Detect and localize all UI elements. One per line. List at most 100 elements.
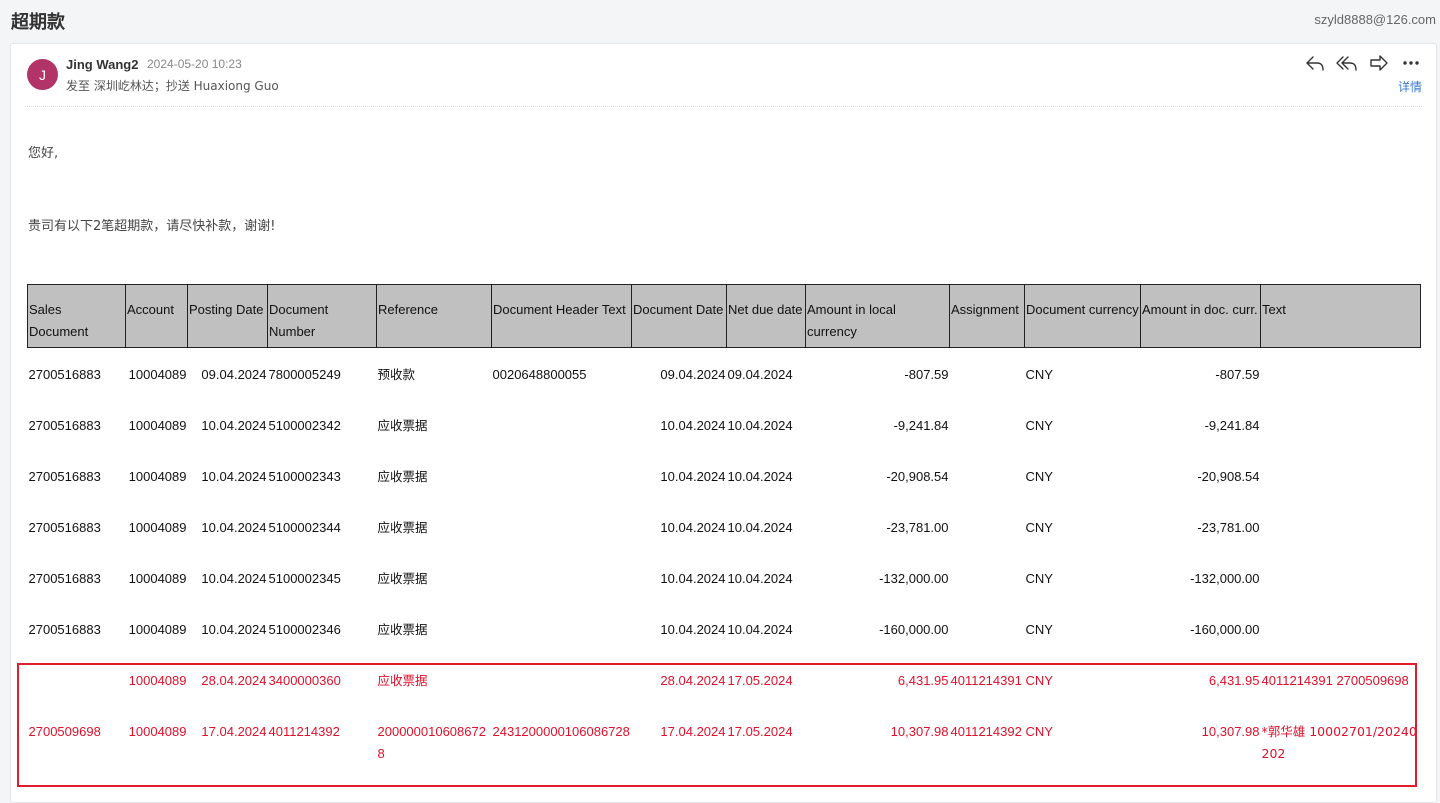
header-divider	[25, 106, 1422, 107]
table-cell: 10.04.2024	[201, 519, 267, 535]
table-cell	[950, 399, 1025, 450]
table-cell: 10.04.2024	[727, 519, 793, 535]
column-header: Document Number	[267, 284, 377, 348]
table-cell: 2700516883	[28, 468, 101, 484]
table-row: 2700516883 10004089 10.04.2024 5100002344 应收…	[28, 501, 1421, 552]
table-cell: 10,307.98	[1201, 723, 1260, 739]
table-cell: CNY	[1025, 468, 1053, 484]
table-cell: -132,000.00	[1190, 570, 1260, 586]
table-cell: 28.04.2024	[201, 672, 267, 688]
table-cell: CNY	[1025, 723, 1053, 739]
table-cell: 6,431.95	[897, 672, 949, 688]
overdue-table: Sales Document Account Posting Date Documen…	[27, 284, 1421, 765]
email-header: J Jing Wang2 2024-05-20 10:23 发至 深圳屹林达；抄…	[11, 44, 1436, 107]
table-cell: 10.04.2024	[727, 570, 793, 586]
table-cell: 2700516883	[28, 621, 101, 637]
account-address[interactable]: szyld8888@126.com	[1314, 12, 1436, 27]
table-cell: 2700509698	[28, 723, 101, 739]
forward-icon[interactable]	[1368, 53, 1390, 73]
avatar[interactable]: J	[27, 59, 58, 90]
column-header: Sales Document	[27, 284, 126, 348]
table-cell	[1261, 450, 1421, 501]
column-header: Text	[1260, 284, 1421, 348]
table-cell: 17.05.2024	[727, 672, 793, 688]
column-header: Amount in doc. curr.	[1140, 284, 1261, 348]
reply-all-icon[interactable]	[1336, 53, 1358, 73]
details-link[interactable]: 详情	[1398, 78, 1422, 95]
table-cell: 09.04.2024	[727, 367, 793, 382]
table-cell: CNY	[1025, 417, 1053, 433]
top-bar: 超期款 szyld8888@126.com	[0, 0, 1440, 40]
email-card: J Jing Wang2 2024-05-20 10:23 发至 深圳屹林达；抄…	[10, 43, 1437, 803]
table-cell: 2700516883	[28, 570, 101, 586]
table-cell: 10.04.2024	[660, 570, 726, 586]
table-cell: 应收票据	[377, 417, 428, 433]
table-cell: -23,781.00	[1197, 519, 1260, 535]
column-header: Net due date	[726, 284, 806, 348]
table-body: 2700516883 10004089 09.04.2024 7800005249 预收…	[28, 348, 1421, 765]
table-cell: 应收票据	[377, 672, 428, 688]
table-cell: 10.04.2024	[727, 621, 793, 637]
table-cell: 5100002343	[268, 468, 341, 484]
table-cell: -9,241.84	[1204, 417, 1260, 433]
table-cell: *郭华雄 10002701/20240202	[1261, 723, 1417, 761]
table-cell: -9,241.84	[893, 417, 949, 433]
table-cell: 10.04.2024	[660, 417, 726, 433]
table-cell: 10.04.2024	[660, 519, 726, 535]
email-actions	[1304, 53, 1422, 73]
table-cell: 10.04.2024	[727, 417, 793, 433]
table-cell	[950, 603, 1025, 654]
column-header: Document Header Text	[491, 284, 632, 348]
table-cell: CNY	[1025, 621, 1053, 637]
table-cell: 5100002345	[268, 570, 341, 586]
table-cell: 5100002344	[268, 519, 341, 535]
table-cell	[950, 450, 1025, 501]
recipients-line: 发至 深圳屹林达；抄送 Huaxiong Guo	[66, 79, 279, 93]
table-cell: -20,908.54	[886, 468, 949, 484]
table-cell: CNY	[1025, 570, 1053, 586]
table-cell	[950, 348, 1025, 399]
table-cell	[492, 603, 632, 654]
email-subject: 超期款	[11, 12, 65, 33]
table-row: 2700516883 10004089 10.04.2024 5100002343 应收…	[28, 450, 1421, 501]
column-header: Document currency	[1024, 284, 1141, 348]
table-row: 2700516883 10004089 10.04.2024 5100002345 应收…	[28, 552, 1421, 603]
column-header: Amount in local currency	[805, 284, 950, 348]
table-cell	[950, 501, 1025, 552]
sender-name[interactable]: Jing Wang2	[66, 57, 138, 72]
table-cell: 09.04.2024	[660, 367, 726, 382]
more-icon[interactable]	[1400, 53, 1422, 73]
reply-icon[interactable]	[1304, 53, 1326, 73]
column-header: Reference	[376, 284, 492, 348]
table-cell: 10004089	[128, 672, 187, 688]
table-cell: -807.59	[1215, 367, 1260, 382]
table-cell: 10.04.2024	[201, 417, 267, 433]
table-cell: 17.04.2024	[201, 723, 267, 739]
table-cell: 预收款	[377, 367, 416, 382]
table-cell: 2431200000106086728	[492, 723, 630, 739]
table-cell	[1261, 603, 1421, 654]
table-cell	[1261, 348, 1421, 399]
table-cell: -160,000.00	[1190, 621, 1260, 637]
table-cell: -160,000.00	[879, 621, 949, 637]
table-cell: 10.04.2024	[201, 468, 267, 484]
table-cell	[950, 552, 1025, 603]
table-cell	[1261, 501, 1421, 552]
table-cell: 6,431.95	[1208, 672, 1260, 688]
table-cell: 10004089	[128, 468, 187, 484]
column-header: Posting Date	[187, 284, 268, 348]
table-cell: 应收票据	[377, 519, 428, 535]
column-header: Account	[125, 284, 188, 348]
table-cell: 2700516883	[28, 417, 101, 433]
table-cell: 2700516883	[28, 519, 101, 535]
table-cell	[492, 399, 632, 450]
table-cell: 4011214391	[950, 672, 1022, 688]
table-cell: 10.04.2024	[660, 621, 726, 637]
table-row: 2700516883 10004089 09.04.2024 7800005249 预收…	[28, 348, 1421, 399]
table-cell: 4011214392	[950, 723, 1022, 739]
table-cell: 2700516883	[28, 367, 101, 382]
table-cell: 09.04.2024	[201, 367, 267, 382]
table-cell: 17.05.2024	[727, 723, 793, 739]
table-row: 2700509698 10004089 17.04.2024 4011214392 20…	[28, 705, 1421, 765]
table-cell: 17.04.2024	[660, 723, 726, 739]
